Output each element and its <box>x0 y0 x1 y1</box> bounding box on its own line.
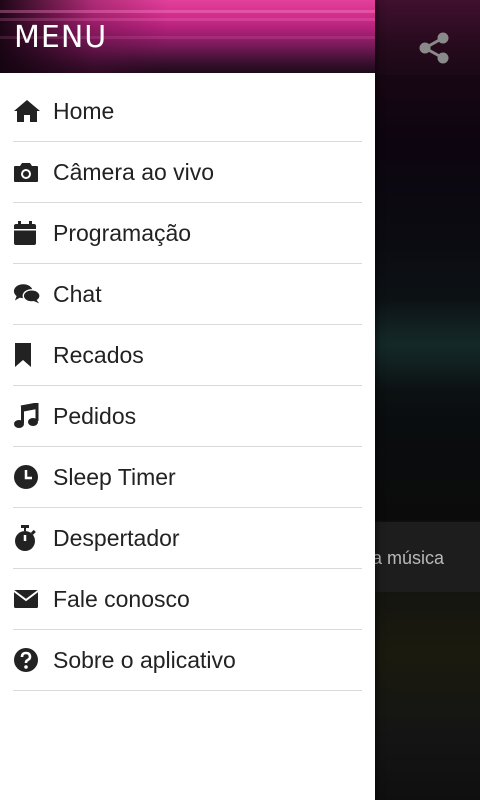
home-icon <box>13 97 41 125</box>
menu-list: Home Câmera ao vivo Programação Chat Rec… <box>0 81 375 691</box>
now-playing-text: a música <box>372 548 445 568</box>
header-streak <box>0 10 375 13</box>
menu-item-label: Chat <box>53 280 102 307</box>
menu-item-contact[interactable]: Fale conosco <box>13 569 362 630</box>
menu-item-alarm[interactable]: Despertador <box>13 508 362 569</box>
chat-icon <box>13 280 41 308</box>
menu-item-sleep-timer[interactable]: Sleep Timer <box>13 447 362 508</box>
menu-item-label: Sobre o aplicativo <box>53 646 236 673</box>
music-note-icon <box>13 402 41 430</box>
menu-item-requests[interactable]: Pedidos <box>13 386 362 447</box>
menu-item-label: Fale conosco <box>53 585 190 612</box>
navigation-drawer: MENU Home Câmera ao vivo Programação Cha… <box>0 0 375 800</box>
menu-item-label: Recados <box>53 341 144 368</box>
menu-item-label: Home <box>53 97 115 124</box>
menu-item-label: Despertador <box>53 524 180 551</box>
envelope-icon <box>13 585 41 613</box>
menu-item-label: Câmera ao vivo <box>53 158 215 185</box>
question-icon <box>13 646 41 674</box>
menu-item-home[interactable]: Home <box>13 81 362 142</box>
bookmark-icon <box>13 341 41 369</box>
share-icon[interactable] <box>416 30 452 66</box>
menu-item-label: Programação <box>53 219 192 246</box>
menu-item-camera[interactable]: Câmera ao vivo <box>13 142 362 203</box>
menu-item-label: Pedidos <box>53 402 137 429</box>
menu-item-label: Sleep Timer <box>53 463 176 490</box>
clock-icon <box>13 463 41 491</box>
drawer-title: MENU <box>14 20 108 55</box>
drawer-header: MENU <box>0 0 375 73</box>
calendar-icon <box>13 219 41 247</box>
stopwatch-icon <box>13 524 41 552</box>
camera-icon <box>13 158 41 186</box>
menu-item-chat[interactable]: Chat <box>13 264 362 325</box>
menu-item-about[interactable]: Sobre o aplicativo <box>13 630 362 691</box>
menu-item-messages[interactable]: Recados <box>13 325 362 386</box>
menu-item-schedule[interactable]: Programação <box>13 203 362 264</box>
